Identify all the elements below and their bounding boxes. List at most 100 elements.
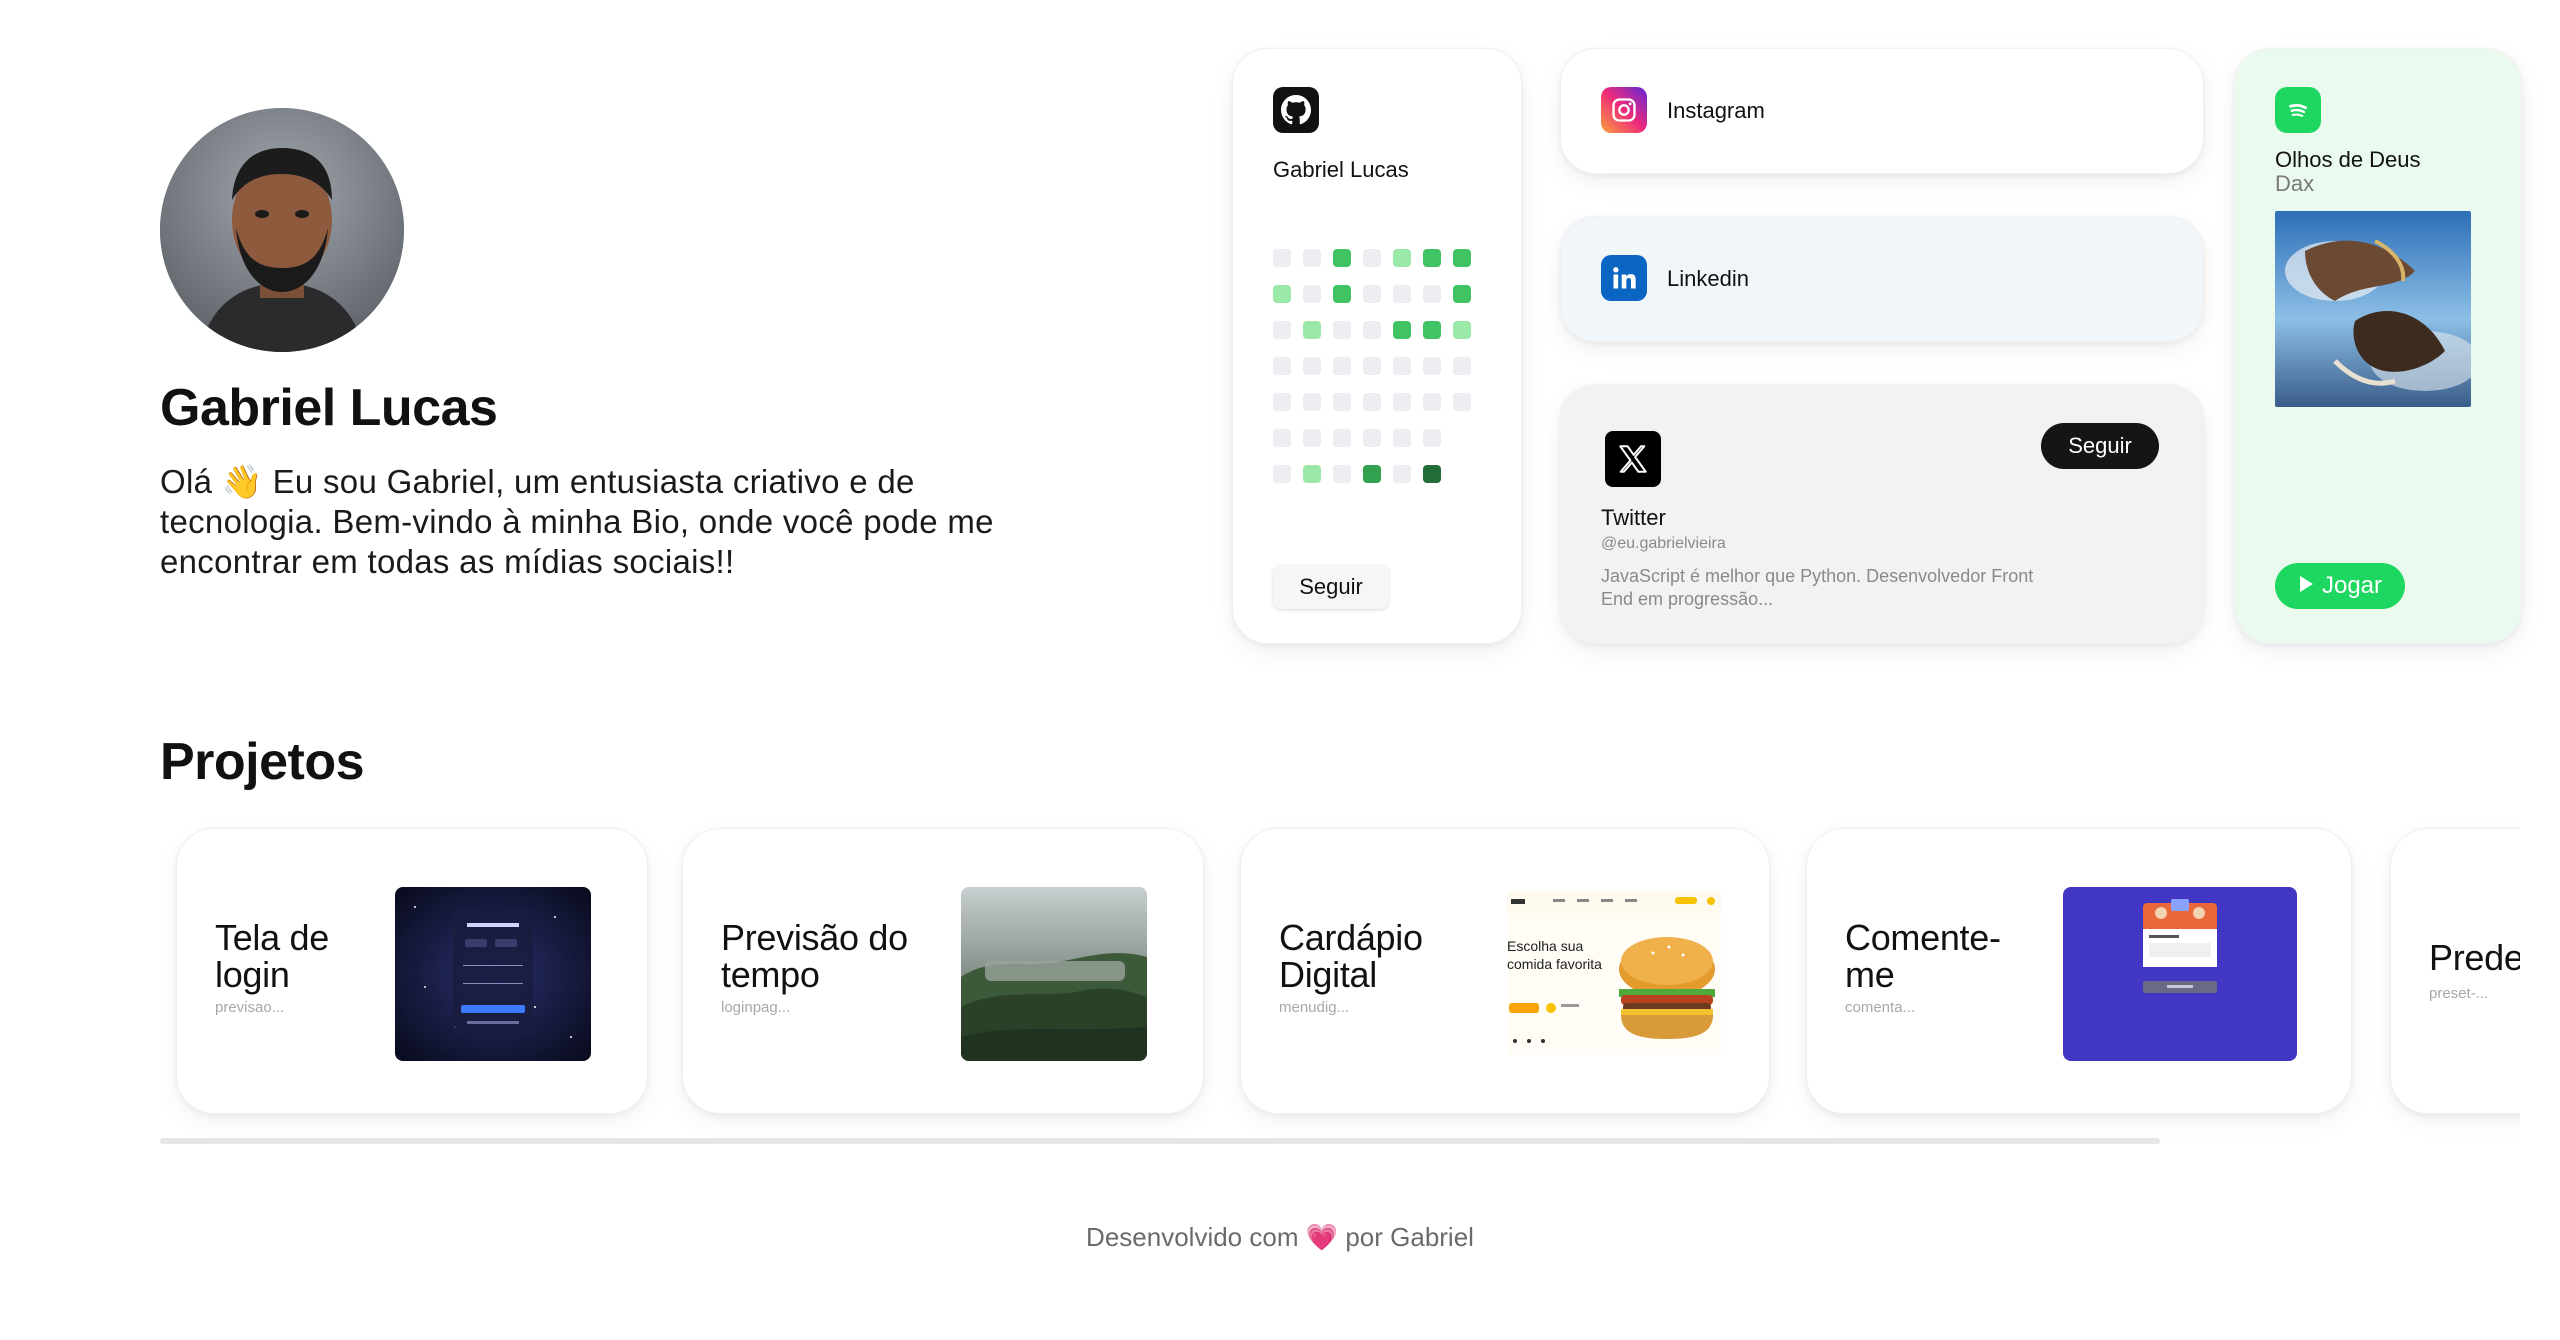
project-title: Previsão do tempo: [721, 917, 908, 995]
contribution-cell: [1363, 429, 1381, 447]
contribution-cell: [1273, 249, 1291, 267]
contribution-cell: [1453, 429, 1471, 447]
play-label: Jogar: [2321, 572, 2383, 599]
contribution-cell: [1453, 285, 1471, 303]
project-card[interactable]: Tela de login previsao...: [176, 828, 648, 1114]
thumb-headline-2: comida favorita: [1507, 956, 1602, 972]
contribution-cell: [1423, 393, 1441, 411]
x-icon: [1605, 431, 1661, 487]
contribution-cell: [1393, 393, 1411, 411]
contribution-cell: [1363, 357, 1381, 375]
song-artist: Dax: [2275, 171, 2315, 196]
linkedin-label: Linkedin: [1667, 266, 1749, 291]
contribution-cell: [1453, 393, 1471, 411]
project-card[interactable]: Comente-me comenta...: [1806, 828, 2352, 1114]
instagram-label: Instagram: [1667, 98, 1765, 123]
profile-avatar: [160, 108, 404, 352]
profile-bio: Olá 👋 Eu sou Gabriel, um entusiasta cria…: [160, 463, 994, 580]
project-thumbnail: [2063, 887, 2297, 1061]
instagram-icon: [1601, 87, 1647, 133]
twitter-description: JavaScript é melhor que Python. Desenvol…: [1601, 566, 2034, 609]
project-title: Tela de login: [215, 917, 329, 995]
contribution-cell: [1273, 465, 1291, 483]
contribution-cell: [1363, 465, 1381, 483]
contribution-cell: [1393, 429, 1411, 447]
play-button[interactable]: Jogar: [2275, 563, 2405, 609]
github-follow-button[interactable]: Seguir: [1273, 565, 1389, 609]
contribution-cell: [1303, 321, 1321, 339]
contribution-cell: [1303, 429, 1321, 447]
twitter-name: Twitter: [1601, 505, 1666, 530]
instagram-card[interactable]: Instagram: [1560, 48, 2204, 174]
footer-suffix: por Gabriel: [1345, 1222, 1474, 1252]
song-title: Olhos de Deus: [2275, 147, 2421, 172]
github-username: Gabriel Lucas: [1273, 157, 1409, 182]
contribution-cell: [1393, 249, 1411, 267]
spotify-card[interactable]: Olhos de Deus Dax Jogar: [2234, 48, 2522, 644]
github-icon: [1273, 87, 1319, 133]
contribution-cell: [1333, 285, 1351, 303]
project-title: Predef: [2429, 937, 2520, 978]
contribution-cell: [1423, 321, 1441, 339]
project-subtitle: previsao...: [215, 999, 285, 1016]
play-icon: [2298, 572, 2314, 600]
twitter-follow-button[interactable]: Seguir: [2041, 423, 2159, 469]
contribution-grid: [1273, 249, 1483, 483]
project-card[interactable]: Previsão do tempo loginpag...: [682, 828, 1204, 1114]
project-card[interactable]: Cardápio Digital menudig... Escolha sua …: [1240, 828, 1770, 1114]
thumb-headline-1: Escolha sua: [1507, 938, 1583, 954]
contribution-cell: [1393, 357, 1411, 375]
github-card[interactable]: Gabriel Lucas Seguir: [1232, 48, 1522, 644]
project-thumbnail: [961, 887, 1147, 1061]
project-subtitle: comenta...: [1845, 999, 1916, 1016]
project-thumbnail: Escolha sua comida favorita: [1507, 891, 1721, 1055]
contribution-cell: [1303, 249, 1321, 267]
contribution-cell: [1423, 249, 1441, 267]
linkedin-card[interactable]: Linkedin: [1560, 216, 2204, 342]
spotify-icon: [2275, 87, 2321, 133]
contribution-cell: [1273, 321, 1291, 339]
contribution-cell: [1303, 285, 1321, 303]
contribution-cell: [1393, 465, 1411, 483]
contribution-cell: [1333, 249, 1351, 267]
contribution-cell: [1303, 393, 1321, 411]
contribution-cell: [1273, 357, 1291, 375]
project-subtitle: loginpag...: [721, 999, 791, 1016]
projects-scrollbar[interactable]: [160, 1138, 2160, 1144]
project-subtitle: menudig...: [1279, 999, 1350, 1016]
contribution-cell: [1453, 321, 1471, 339]
project-subtitle: preset-...: [2429, 985, 2489, 1002]
contribution-cell: [1363, 393, 1381, 411]
contribution-cell: [1363, 285, 1381, 303]
contribution-cell: [1273, 393, 1291, 411]
contribution-cell: [1453, 357, 1471, 375]
contribution-cell: [1423, 285, 1441, 303]
contribution-cell: [1333, 357, 1351, 375]
project-card[interactable]: Predef preset-...: [2390, 828, 2520, 1114]
contribution-cell: [1423, 357, 1441, 375]
album-cover: [2275, 211, 2471, 407]
projects-carousel[interactable]: Tela de login previsao... Previsão do te…: [160, 800, 2520, 1140]
twitter-card[interactable]: Seguir Twitter @eu.gabrielvieira JavaScr…: [1560, 384, 2204, 644]
project-title: Comente-me: [1845, 917, 2001, 995]
footer: Desenvolvido com 💗 por Gabriel: [0, 1222, 2560, 1253]
contribution-cell: [1333, 393, 1351, 411]
contribution-cell: [1273, 285, 1291, 303]
twitter-handle: @eu.gabrielvieira: [1601, 535, 1726, 552]
project-title: Cardápio Digital: [1279, 917, 1423, 995]
contribution-cell: [1453, 465, 1471, 483]
project-thumbnail: [395, 887, 591, 1061]
contribution-cell: [1423, 429, 1441, 447]
contribution-cell: [1333, 465, 1351, 483]
projects-title: Projetos: [160, 733, 365, 791]
contribution-cell: [1453, 249, 1471, 267]
contribution-cell: [1363, 249, 1381, 267]
linkedin-icon: [1601, 255, 1647, 301]
profile-name: Gabriel Lucas: [160, 379, 498, 437]
contribution-cell: [1303, 357, 1321, 375]
contribution-cell: [1333, 429, 1351, 447]
contribution-cell: [1423, 465, 1441, 483]
contribution-cell: [1333, 321, 1351, 339]
contribution-cell: [1273, 429, 1291, 447]
contribution-cell: [1393, 321, 1411, 339]
